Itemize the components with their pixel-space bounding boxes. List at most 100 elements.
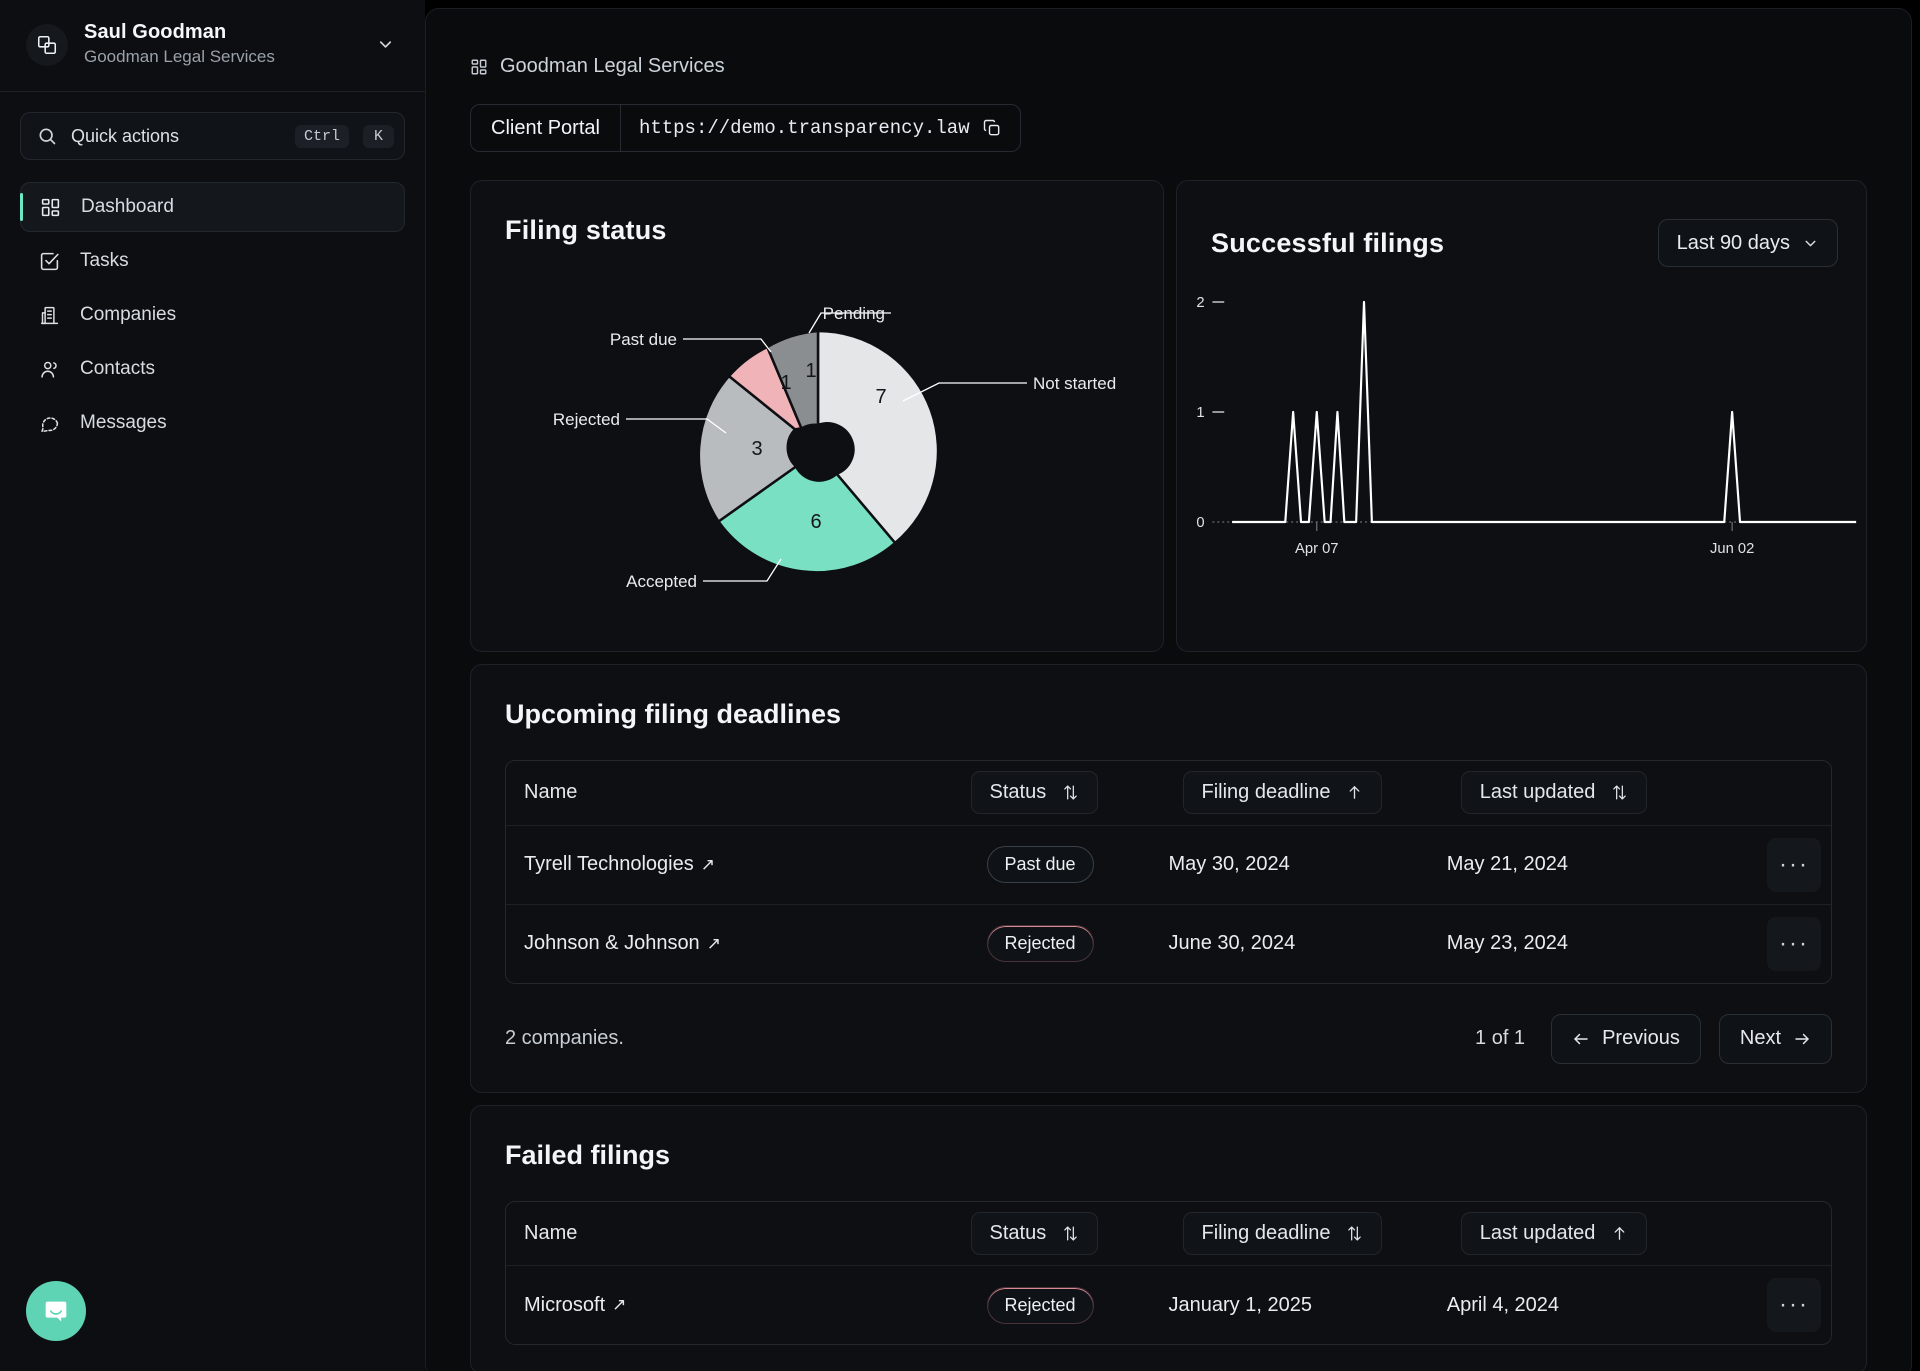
cell-actions: ··· xyxy=(1725,903,1831,983)
row-count-label: 2 companies. xyxy=(505,1027,624,1049)
sidebar-item-messages[interactable]: Messages xyxy=(20,398,405,448)
charts-row: Filing status 7 6 3 1 1 Not started Acce… xyxy=(470,180,1867,652)
x-tick-jun-02: Jun 02 xyxy=(1710,541,1754,557)
copy-icon[interactable] xyxy=(982,118,1002,138)
dashed-chat-bubble-icon xyxy=(36,413,62,434)
failed-table-shell: Name Status Filing deadline Last updated… xyxy=(505,1200,1832,1345)
kbd-k: K xyxy=(362,124,394,148)
row-menu-button[interactable]: ··· xyxy=(1767,916,1821,971)
chat-launcher-button[interactable] xyxy=(26,1281,86,1341)
table-footer: 2 companies. 1 of 1 Previous Next xyxy=(505,1013,1832,1064)
company-link[interactable]: Johnson & Johnson xyxy=(524,932,700,955)
date-range-select[interactable]: Last 90 days xyxy=(1657,219,1838,267)
workspace-user-name: Saul Goodman xyxy=(84,21,227,44)
quick-actions-button[interactable]: Quick actions Ctrl K xyxy=(20,112,405,160)
client-portal-url-field[interactable]: https://demo.transparency.law xyxy=(619,105,1020,151)
filing-status-donut-chart: 7 6 3 1 1 Not started Accepted Rejected … xyxy=(553,304,1116,591)
column-header-name-label: Name xyxy=(524,781,578,804)
cell-filing-deadline: January 1, 2025 xyxy=(1168,1265,1447,1344)
column-header-filing-deadline: Filing deadline xyxy=(1169,761,1447,825)
cell-name: Johnson & Johnson ↗ xyxy=(506,903,957,983)
pie-value-rejected: 3 xyxy=(751,438,762,460)
status-badge: Rejected xyxy=(986,925,1094,962)
external-link-icon: ↗ xyxy=(700,854,715,874)
workspace-switcher[interactable]: Saul Goodman Goodman Legal Services xyxy=(0,0,425,92)
next-page-button[interactable]: Next xyxy=(1718,1013,1832,1064)
y-tick-1: 1 xyxy=(1196,405,1204,421)
table-header-row: Name Status Filing deadline Last updated xyxy=(506,761,1831,825)
sort-filing-deadline-button[interactable]: Filing deadline xyxy=(1182,1211,1383,1255)
column-header-name: Name xyxy=(506,761,957,825)
sort-last-updated-button[interactable]: Last updated xyxy=(1460,771,1648,815)
table-row[interactable]: Johnson & Johnson ↗ Rejected June 30, 202… xyxy=(506,903,1831,983)
table-row[interactable]: Microsoft ↗ Rejected January 1, 2025 Apri… xyxy=(506,1265,1831,1344)
sidebar-item-dashboard[interactable]: Dashboard xyxy=(20,182,405,232)
sidebar-item-companies[interactable]: Companies xyxy=(20,290,405,340)
cell-name: Microsoft ↗ xyxy=(506,1265,957,1344)
pie-value-not-started: 7 xyxy=(875,386,886,408)
pie-value-pending: 1 xyxy=(805,360,816,382)
quick-actions-wrap: Quick actions Ctrl K xyxy=(0,92,425,160)
row-menu-button[interactable]: ··· xyxy=(1767,1278,1821,1332)
app-root: Saul Goodman Goodman Legal Services Quic… xyxy=(0,0,1920,1371)
table-header-row: Name Status Filing deadline Last updated xyxy=(506,1202,1831,1266)
cell-actions: ··· xyxy=(1725,824,1831,904)
sort-filing-deadline-button[interactable]: Filing deadline xyxy=(1182,771,1383,815)
next-label: Next xyxy=(1739,1027,1781,1049)
cell-status: Past due xyxy=(956,824,1169,904)
company-link[interactable]: Microsoft xyxy=(524,1294,605,1317)
building-icon xyxy=(36,305,62,326)
chat-bubble-icon xyxy=(41,1296,71,1326)
pie-label-rejected: Rejected xyxy=(553,410,620,429)
sort-status-button[interactable]: Status xyxy=(970,771,1099,815)
sort-status-button[interactable]: Status xyxy=(970,1211,1099,1255)
date-range-label: Last 90 days xyxy=(1676,231,1790,254)
column-header-actions xyxy=(1725,1202,1831,1266)
users-icon xyxy=(36,359,62,380)
sidebar-item-tasks[interactable]: Tasks xyxy=(20,236,405,286)
pie-label-accepted: Accepted xyxy=(626,572,697,591)
column-header-last-updated-label: Last updated xyxy=(1479,1221,1596,1244)
cell-last-updated: April 4, 2024 xyxy=(1446,1265,1725,1344)
page-indicator: 1 of 1 xyxy=(1475,1027,1526,1049)
previous-page-button[interactable]: Previous xyxy=(1551,1013,1701,1064)
sidebar-item-label: Dashboard xyxy=(81,196,174,217)
cell-actions: ··· xyxy=(1725,1265,1831,1344)
column-header-filing-deadline-label: Filing deadline xyxy=(1201,1221,1331,1244)
sort-last-updated-button[interactable]: Last updated xyxy=(1460,1211,1648,1255)
column-header-status-label: Status xyxy=(989,781,1047,804)
arrow-up-icon xyxy=(1611,1225,1628,1242)
line-series-successful-filings xyxy=(1232,300,1857,524)
quick-actions-label: Quick actions xyxy=(71,125,180,146)
successful-filings-line-chart: 2 1 0 Apr 07 Jun 02 xyxy=(1196,295,1857,557)
filing-status-card: Filing status 7 6 3 1 1 Not started Acce… xyxy=(470,180,1164,652)
successful-filings-card: Successful filings Last 90 days 2 1 0 Ap… xyxy=(1176,180,1867,652)
upcoming-table-shell: Name Status Filing deadline Last updated… xyxy=(505,760,1832,984)
sidebar-item-contacts[interactable]: Contacts xyxy=(20,344,405,394)
column-header-status: Status xyxy=(957,761,1169,825)
failed-table: Name Status Filing deadline Last updated… xyxy=(506,1202,1831,1344)
external-link-icon: ↗ xyxy=(706,933,721,953)
sidebar-nav: Dashboard Tasks Companies Contacts Messa… xyxy=(0,182,425,448)
sidebar: Saul Goodman Goodman Legal Services Quic… xyxy=(0,0,425,1371)
upcoming-filing-deadlines-card: Upcoming filing deadlines Name Status Fi… xyxy=(470,664,1867,1093)
arrow-left-icon xyxy=(1572,1030,1590,1048)
x-tick-apr-07: Apr 07 xyxy=(1295,541,1338,557)
client-portal-group: Client Portal https://demo.transparency.… xyxy=(470,104,1021,152)
upcoming-title: Upcoming filing deadlines xyxy=(505,699,842,729)
row-menu-button[interactable]: ··· xyxy=(1767,837,1821,892)
client-portal-row: Client Portal https://demo.transparency.… xyxy=(470,104,1867,152)
kbd-ctrl: Ctrl xyxy=(294,124,349,148)
sidebar-item-label: Contacts xyxy=(80,358,155,379)
column-header-filing-deadline: Filing deadline xyxy=(1169,1202,1447,1266)
cell-status: Rejected xyxy=(956,1265,1169,1344)
column-header-last-updated: Last updated xyxy=(1447,761,1725,825)
table-row[interactable]: Tyrell Technologies ↗ Past due May 30, 20… xyxy=(506,824,1831,904)
company-link[interactable]: Tyrell Technologies xyxy=(524,853,694,876)
failed-title: Failed filings xyxy=(505,1139,671,1170)
filing-status-title: Filing status xyxy=(505,215,667,245)
leader-past-due xyxy=(683,338,772,353)
check-square-icon xyxy=(36,251,62,272)
sort-updown-icon xyxy=(1062,1225,1079,1242)
chevron-down-icon[interactable] xyxy=(376,35,399,54)
